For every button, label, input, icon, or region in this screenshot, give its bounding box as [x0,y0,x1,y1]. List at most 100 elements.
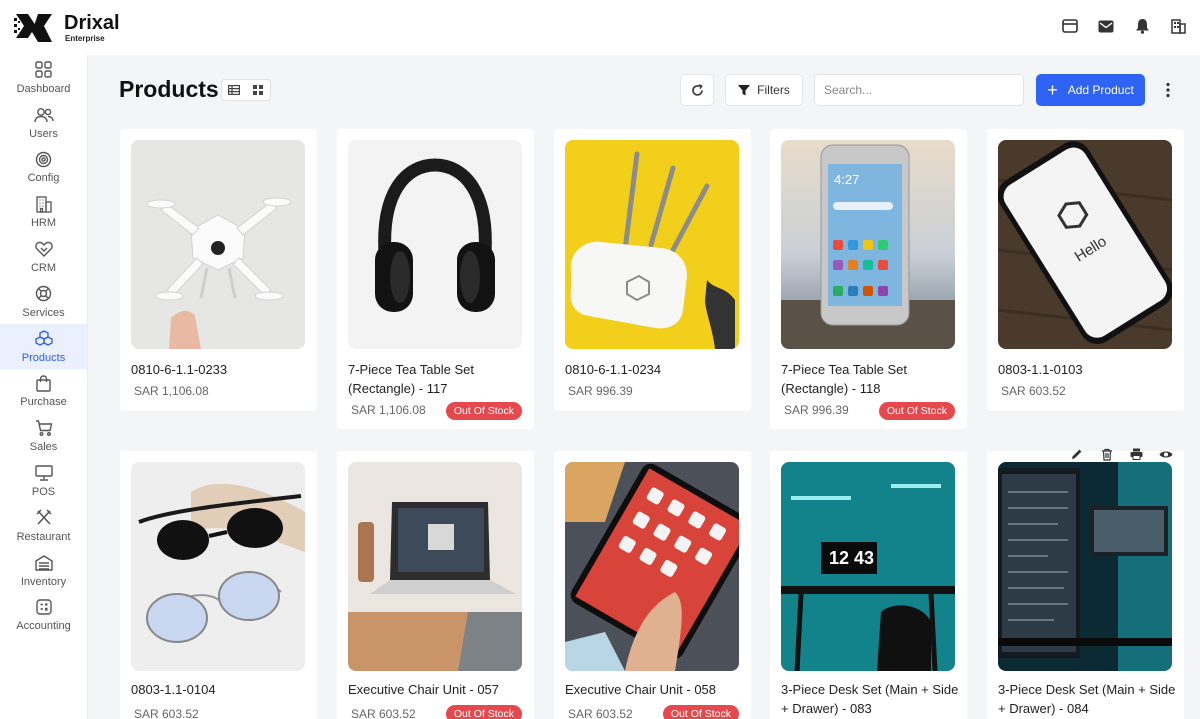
sidebar-item-label: CRM [30,262,57,275]
cart-icon [34,418,54,438]
sidebar-item-accounting[interactable]: Accounting [0,593,87,638]
product-card[interactable]: Executive Chair Unit - 058 SAR 603.52 Ou… [554,451,751,719]
users-icon [33,105,54,125]
plus-icon: + [1047,80,1058,100]
cubes-icon [34,329,54,349]
sidebar-item-label: Accounting [16,620,71,633]
utensils-icon [34,508,54,528]
sidebar-item-label: Config [27,172,60,185]
product-price: SAR 603.52 [351,707,416,719]
product-price: SAR 996.39 [784,403,849,417]
product-image [131,462,305,671]
building-icon[interactable] [1164,12,1192,40]
sidebar-item-sales[interactable]: Sales [0,413,87,458]
top-bar: Drixal Enterprise [0,0,1200,55]
sidebar-item-pos[interactable]: POS [0,458,87,503]
page-title: Products [119,76,219,102]
shopping-bag-icon [34,373,54,393]
out-of-stock-badge: Out Of Stock [662,705,739,719]
product-image [998,462,1172,671]
product-name: 7-Piece Tea Table Set (Rectangle) - 118 [781,362,907,396]
product-name: 3-Piece Desk Set (Main + Side + Drawer) … [998,682,1176,716]
product-card[interactable]: 4:27 7-Piece Tea Table Set (Rectangle) -… [770,129,967,429]
product-image: Hello [998,140,1172,349]
add-product-label: Add Product [1067,83,1134,97]
sidebar-item-hrm[interactable]: HRM [0,189,87,234]
monitor-icon [34,463,54,483]
out-of-stock-badge: Out Of Stock [445,705,522,719]
grid-icon [34,60,54,80]
filter-icon [738,84,751,95]
office-building-icon [34,194,54,214]
print-icon[interactable] [1125,444,1147,464]
table-view-icon[interactable] [222,80,246,100]
product-price: SAR 603.52 [134,707,199,719]
product-name: Executive Chair Unit - 057 [348,682,500,697]
sidebar-item-label: Sales [29,441,58,454]
sidebar-item-users[interactable]: Users [0,100,87,145]
eye-icon[interactable] [1155,444,1177,464]
bell-icon[interactable] [1128,12,1156,40]
out-of-stock-badge: Out Of Stock [878,402,955,420]
add-product-button[interactable]: + Add Product [1036,74,1145,106]
filters-label: Filters [757,83,790,97]
browser-window-icon[interactable] [1056,12,1084,40]
product-image [131,140,305,349]
product-card[interactable]: Executive Chair Unit - 057 SAR 603.52 Ou… [337,451,534,719]
product-name: 7-Piece Tea Table Set (Rectangle) - 117 [348,362,474,396]
product-price: SAR 996.39 [568,384,633,398]
product-card[interactable]: Hello 0803-1.1-0103 SAR 603.52 [987,129,1184,411]
filters-button[interactable]: Filters [725,74,803,106]
product-card[interactable]: 7-Piece Tea Table Set (Rectangle) - 117 … [337,129,534,429]
product-image: 12 43 [781,462,955,671]
sidebar-item-config[interactable]: Config [0,145,87,190]
desk-clock-text: 12 43 [829,548,874,568]
warehouse-icon [34,553,54,573]
sidebar-item-purchase[interactable]: Purchase [0,369,87,414]
sidebar-item-crm[interactable]: CRM [0,234,87,279]
product-name: 0803-1.1-0103 [998,362,1083,377]
refresh-icon [691,83,703,96]
mail-icon[interactable] [1092,12,1120,40]
edit-icon[interactable] [1066,444,1088,464]
product-price: SAR 1,106.08 [351,403,426,417]
sidebar-item-label: Purchase [20,396,67,409]
product-name: 0810-6-1.1-0234 [565,362,662,377]
sidebar-item-label: Restaurant [16,530,71,543]
view-toggle [221,79,271,101]
sidebar-item-label: Users [29,127,58,140]
brand-subtitle: Enterprise [65,34,105,43]
sidebar-item-label: HRM [30,217,57,230]
product-image [348,140,522,349]
product-card[interactable]: 0810-6-1.1-0234 SAR 996.39 [554,129,751,411]
product-price: SAR 1,106.08 [134,384,209,398]
sidebar-item-restaurant[interactable]: Restaurant [0,503,87,548]
sidebar-item-dashboard[interactable]: Dashboard [0,55,87,100]
product-price: SAR 603.52 [1001,384,1066,398]
search-input[interactable] [814,74,1024,106]
sidebar-item-label: POS [31,486,56,499]
product-card[interactable]: 0803-1.1-0104 SAR 603.52 [120,451,317,719]
lifebuoy-icon [34,284,54,304]
more-options-icon[interactable] [1154,74,1182,106]
product-image [565,140,739,349]
trash-icon[interactable] [1096,444,1118,464]
logo[interactable]: Drixal Enterprise [14,12,120,44]
product-card[interactable]: 0810-6-1.1-0233 SAR 1,106.08 [120,129,317,411]
sidebar-item-label: Services [22,306,65,319]
product-image [348,462,522,671]
sidebar-item-products[interactable]: Products [0,323,87,369]
sidebar-item-services[interactable]: Services [0,279,87,324]
refresh-button[interactable] [680,74,714,106]
grid-view-icon[interactable] [246,80,270,100]
drixal-logo-icon [14,13,52,42]
brand-name: Drixal [64,12,120,34]
product-card[interactable]: 3-Piece Desk Set (Main + Side + Drawer) … [987,451,1184,719]
product-image: 4:27 [781,140,955,349]
sidebar-item-inventory[interactable]: Inventory [0,548,87,593]
product-name: 3-Piece Desk Set (Main + Side + Drawer) … [781,682,959,716]
product-card[interactable]: 12 43 3-Piece Desk Set (Main + Side + Dr… [770,451,967,719]
sidebar-item-label: Inventory [20,575,67,588]
out-of-stock-badge: Out Of Stock [445,402,522,420]
product-name: Executive Chair Unit - 058 [565,682,717,697]
